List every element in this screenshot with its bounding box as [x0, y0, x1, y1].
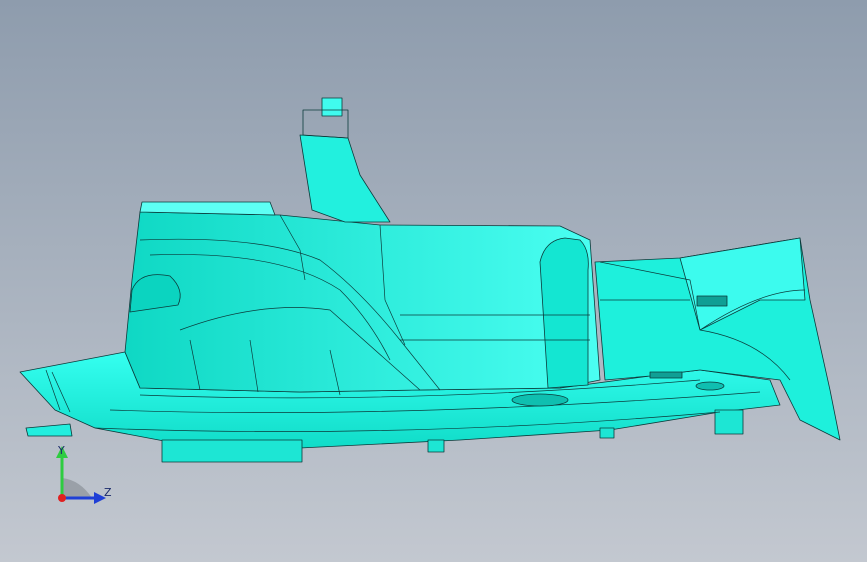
y-axis-label: Y	[58, 444, 65, 457]
z-axis-label: Z	[104, 486, 112, 499]
cylinder-feature	[539, 237, 589, 389]
3d-part-model[interactable]	[0, 0, 867, 562]
foot-3	[599, 427, 615, 439]
hole-1	[511, 393, 569, 407]
main-body	[124, 211, 601, 393]
foot-2	[427, 439, 445, 453]
left-clip	[25, 423, 73, 437]
foot-1	[161, 439, 303, 463]
foot-4	[714, 409, 744, 435]
tab-top-block	[321, 97, 343, 117]
x-axis-dot	[58, 494, 66, 502]
hole-2	[695, 381, 725, 391]
cad-viewport[interactable]: Y Z	[0, 0, 867, 562]
slot-2	[649, 371, 683, 379]
slot-1	[696, 295, 728, 307]
vertical-tab	[299, 134, 391, 223]
xy-plane-wedge	[62, 478, 92, 498]
axis-triad: Y Z	[40, 440, 130, 520]
